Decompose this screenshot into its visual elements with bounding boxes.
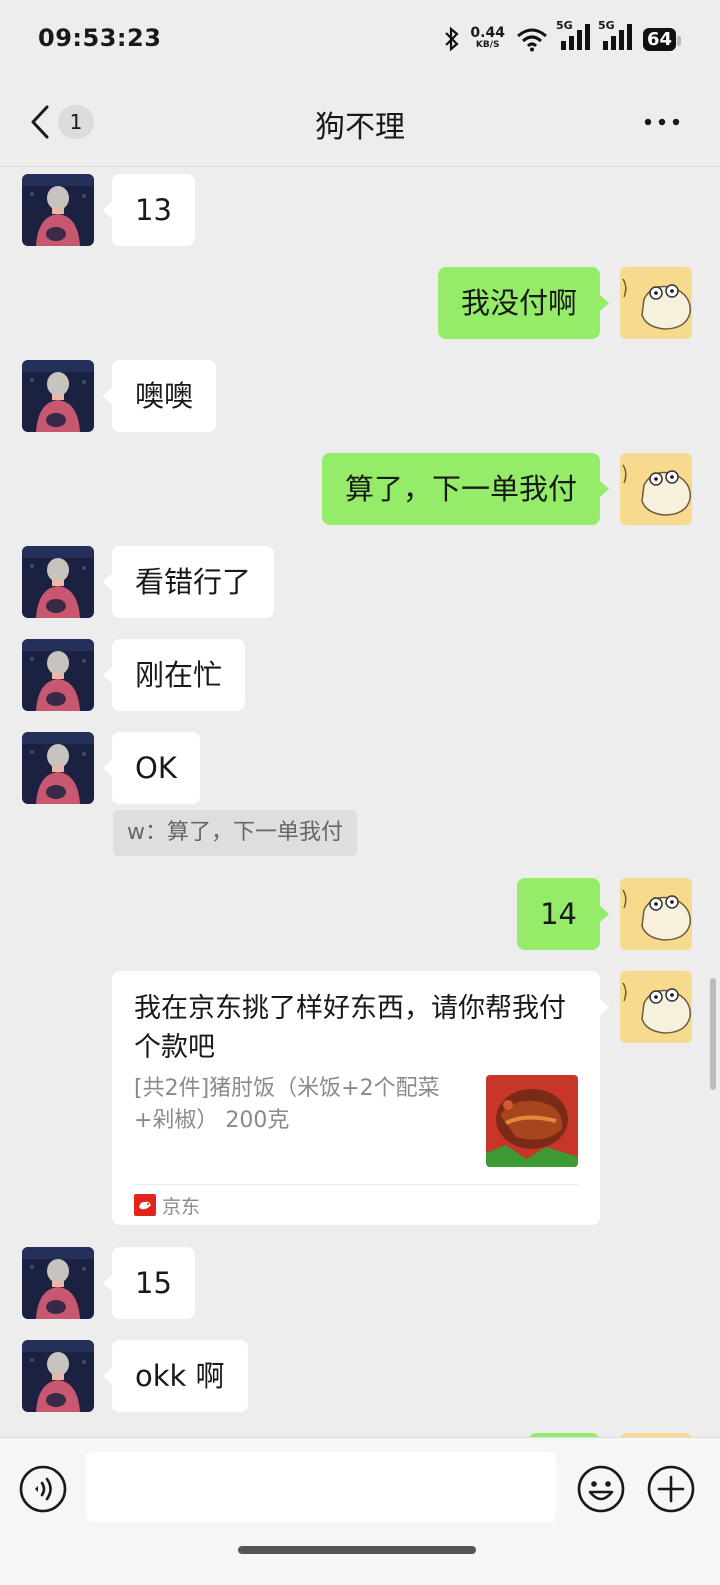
signal-sim2: 5G xyxy=(598,19,633,55)
outgoing-message[interactable]: 14 xyxy=(517,878,609,950)
status-icons: 0.44 KB/S 5G 5G 64 xyxy=(444,19,682,56)
sim2-label: 5G xyxy=(597,19,615,32)
contact-avatar[interactable] xyxy=(22,174,94,246)
emoji-icon[interactable] xyxy=(576,1464,626,1514)
card-title: 我在京东挑了样好东西，请你帮我付个款吧 xyxy=(134,993,566,1063)
my-avatar[interactable] xyxy=(620,971,692,1043)
status-time: 09:53:23 xyxy=(38,24,162,52)
voice-icon[interactable] xyxy=(18,1464,68,1514)
message-input[interactable] xyxy=(86,1452,556,1522)
contact-avatar[interactable] xyxy=(22,1247,94,1319)
chat-title: 狗不理 xyxy=(315,110,405,145)
plus-icon[interactable] xyxy=(646,1464,696,1514)
network-speed: 0.44 KB/S xyxy=(470,26,505,51)
incoming-message[interactable]: 13 xyxy=(103,174,195,246)
my-avatar[interactable] xyxy=(620,878,692,950)
chat-scrollbar[interactable] xyxy=(710,978,716,1090)
my-avatar[interactable] xyxy=(620,267,692,339)
bluetooth-icon xyxy=(445,26,460,52)
incoming-message[interactable]: 刚在忙 xyxy=(102,639,246,711)
signal-sim1: 5G xyxy=(556,19,591,55)
battery-indicator: 64 xyxy=(642,27,682,51)
chat-message-list[interactable]: 13 我没付啊 噢噢 算了，下一单我付 看错行了 刚在忙 OK w：算了，下一单… xyxy=(0,167,720,1437)
outgoing-message[interactable]: 算了，下一单我付 xyxy=(321,453,610,525)
incoming-message[interactable]: 15 xyxy=(103,1247,195,1319)
contact-avatar[interactable] xyxy=(22,360,94,432)
incoming-message[interactable]: okk 啊 xyxy=(103,1340,248,1412)
contact-avatar[interactable] xyxy=(22,546,94,618)
jd-logo-icon xyxy=(134,1194,156,1216)
outgoing-message[interactable]: 我没付啊 xyxy=(437,267,610,339)
sim1-label: 5G xyxy=(555,19,573,32)
my-avatar[interactable] xyxy=(620,453,692,525)
card-divider xyxy=(134,1184,578,1185)
status-bar: 09:53:23 0.44 KB/S 5G 5G 64 xyxy=(0,0,720,78)
wifi-icon xyxy=(516,28,547,52)
contact-avatar[interactable] xyxy=(22,1340,94,1412)
contact-avatar[interactable] xyxy=(22,639,94,711)
card-source: 京东 xyxy=(134,1193,201,1218)
jd-payment-card[interactable]: 我在京东挑了样好东西，请你帮我付个款吧 [共2件]猪肘饭（米饭+2个配菜+剁椒）… xyxy=(112,971,609,1225)
card-source-label: 京东 xyxy=(162,1195,201,1218)
incoming-message[interactable]: 看错行了 xyxy=(102,546,275,618)
incoming-message[interactable]: OK xyxy=(103,732,200,804)
contact-avatar[interactable] xyxy=(22,732,94,804)
quoted-reply[interactable]: w：算了，下一单我付 xyxy=(113,810,357,856)
more-dots-icon[interactable] xyxy=(642,108,682,136)
input-bar xyxy=(0,1437,720,1585)
home-indicator[interactable] xyxy=(238,1546,476,1554)
incoming-message[interactable]: 噢噢 xyxy=(102,360,217,432)
product-thumbnail xyxy=(486,1075,578,1167)
card-description: [共2件]猪肘饭（米饭+2个配菜+剁椒） 200克 xyxy=(134,1076,440,1133)
chat-header: 1 狗不理 xyxy=(0,78,720,167)
